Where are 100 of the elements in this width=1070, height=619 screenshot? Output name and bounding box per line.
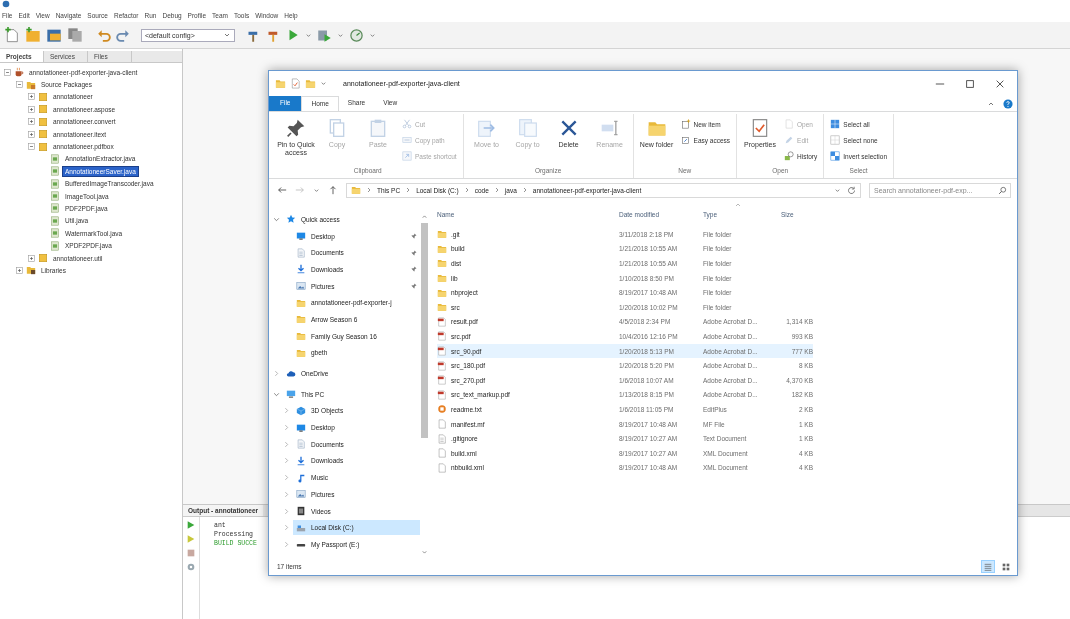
profile-icon[interactable]	[349, 27, 364, 43]
caret-icon[interactable]	[320, 80, 327, 87]
folder-icon	[437, 302, 447, 313]
new-file-icon[interactable]	[4, 27, 20, 43]
move-icon	[476, 118, 497, 138]
caret-icon[interactable]	[305, 31, 312, 39]
folder-icon	[296, 347, 306, 358]
chevron-right-icon[interactable]	[273, 370, 280, 378]
package-icon	[38, 116, 48, 127]
scroll-up-icon[interactable]	[421, 213, 428, 220]
chevron-right-icon[interactable]	[283, 507, 290, 515]
plus-box-icon[interactable]	[28, 130, 35, 138]
java-file-icon	[50, 215, 60, 226]
open-project-icon[interactable]	[46, 27, 62, 43]
pdf-file-icon	[437, 389, 447, 400]
caret-icon	[223, 31, 231, 39]
minus-box-icon[interactable]	[28, 143, 35, 151]
package-icon	[38, 129, 48, 140]
stop-icon[interactable]	[186, 548, 196, 558]
star-icon	[286, 214, 296, 225]
rename-icon	[599, 118, 620, 138]
sort-icon	[735, 202, 741, 208]
chevron-right-icon[interactable]	[283, 407, 290, 415]
view-button[interactable]	[981, 560, 995, 573]
edit-icon	[784, 135, 795, 145]
caret-icon[interactable]	[834, 186, 841, 194]
chevron-right-icon[interactable]	[283, 440, 290, 448]
pdf-file-icon	[437, 331, 447, 342]
invert-selection-icon	[830, 151, 841, 161]
chevron-down-icon[interactable]	[273, 390, 280, 398]
chevron-right-icon[interactable]	[493, 187, 500, 193]
chevron-right-icon[interactable]	[283, 424, 290, 432]
download-icon	[296, 264, 306, 275]
chevron-down-icon[interactable]	[273, 215, 280, 223]
java-file-icon	[50, 191, 60, 202]
caret-icon[interactable]	[369, 31, 376, 39]
scissors-icon	[402, 119, 412, 129]
cup-icon	[14, 67, 24, 78]
java-file-icon	[50, 203, 60, 214]
java-file-icon	[50, 166, 60, 177]
folder-icon	[437, 287, 447, 298]
pin-icon[interactable]	[411, 233, 417, 240]
maximize-icon[interactable]	[965, 78, 975, 89]
document-icon	[296, 247, 306, 258]
open-icon	[784, 119, 795, 129]
pin-icon[interactable]	[411, 283, 417, 290]
up-arrow-icon[interactable]	[328, 185, 338, 195]
java-file-icon	[50, 153, 60, 164]
package-icon	[38, 104, 48, 115]
cloud-icon	[286, 368, 296, 379]
redo-icon[interactable]	[116, 28, 130, 42]
easy-access-icon	[680, 135, 691, 145]
close-icon[interactable]	[995, 78, 1005, 89]
minus-box-icon[interactable]	[16, 81, 23, 89]
refresh-icon[interactable]	[847, 185, 856, 195]
plus-box-icon[interactable]	[28, 118, 35, 126]
chevron-right-icon[interactable]	[283, 540, 290, 548]
scrollbar-thumb[interactable]	[421, 223, 428, 438]
folder-icon	[351, 185, 361, 195]
chevron-right-icon[interactable]	[283, 524, 290, 532]
close-project-icon[interactable]	[67, 27, 83, 43]
plus-box-icon[interactable]	[16, 266, 23, 274]
text-file-icon	[437, 433, 447, 444]
minus-box-icon[interactable]	[4, 68, 11, 76]
large-icons-view-icon	[1002, 562, 1010, 571]
package-icon	[38, 253, 48, 264]
chevron-right-icon[interactable]	[366, 187, 372, 193]
chevron-right-icon[interactable]	[283, 474, 290, 482]
folder-icon[interactable]	[275, 78, 286, 89]
folder-icon[interactable]	[305, 78, 316, 89]
undo-icon[interactable]	[97, 28, 111, 42]
package-icon	[38, 91, 48, 102]
new-project-icon[interactable]	[25, 27, 41, 43]
copy-icon	[327, 118, 347, 138]
download-icon	[296, 455, 306, 466]
chevron-right-icon[interactable]	[405, 187, 412, 193]
chevron-right-icon[interactable]	[463, 187, 470, 193]
caret-icon[interactable]	[337, 31, 344, 39]
plus-box-icon[interactable]	[28, 254, 35, 262]
folder-icon	[296, 297, 306, 308]
back-arrow-icon[interactable]	[277, 185, 287, 195]
music-note-icon	[296, 472, 306, 483]
chevron-right-icon[interactable]	[521, 187, 528, 193]
pin-icon[interactable]	[411, 266, 417, 273]
clipboard-icon	[368, 118, 388, 138]
caret-icon[interactable]	[313, 186, 320, 194]
scroll-down-icon[interactable]	[421, 549, 428, 556]
chevron-right-icon[interactable]	[283, 457, 290, 465]
file-icon	[437, 419, 447, 429]
java-file-icon	[50, 178, 60, 189]
plus-box-icon[interactable]	[28, 93, 35, 101]
properties-icon[interactable]	[290, 78, 301, 89]
pdf-file-icon	[437, 375, 447, 386]
folder-icon	[26, 265, 36, 276]
chevron-right-icon[interactable]	[283, 490, 290, 498]
package-icon	[38, 141, 48, 152]
help-icon[interactable]	[1003, 98, 1013, 109]
plus-box-icon[interactable]	[28, 105, 35, 113]
pin-icon[interactable]	[411, 249, 417, 256]
pin-icon	[286, 118, 306, 138]
